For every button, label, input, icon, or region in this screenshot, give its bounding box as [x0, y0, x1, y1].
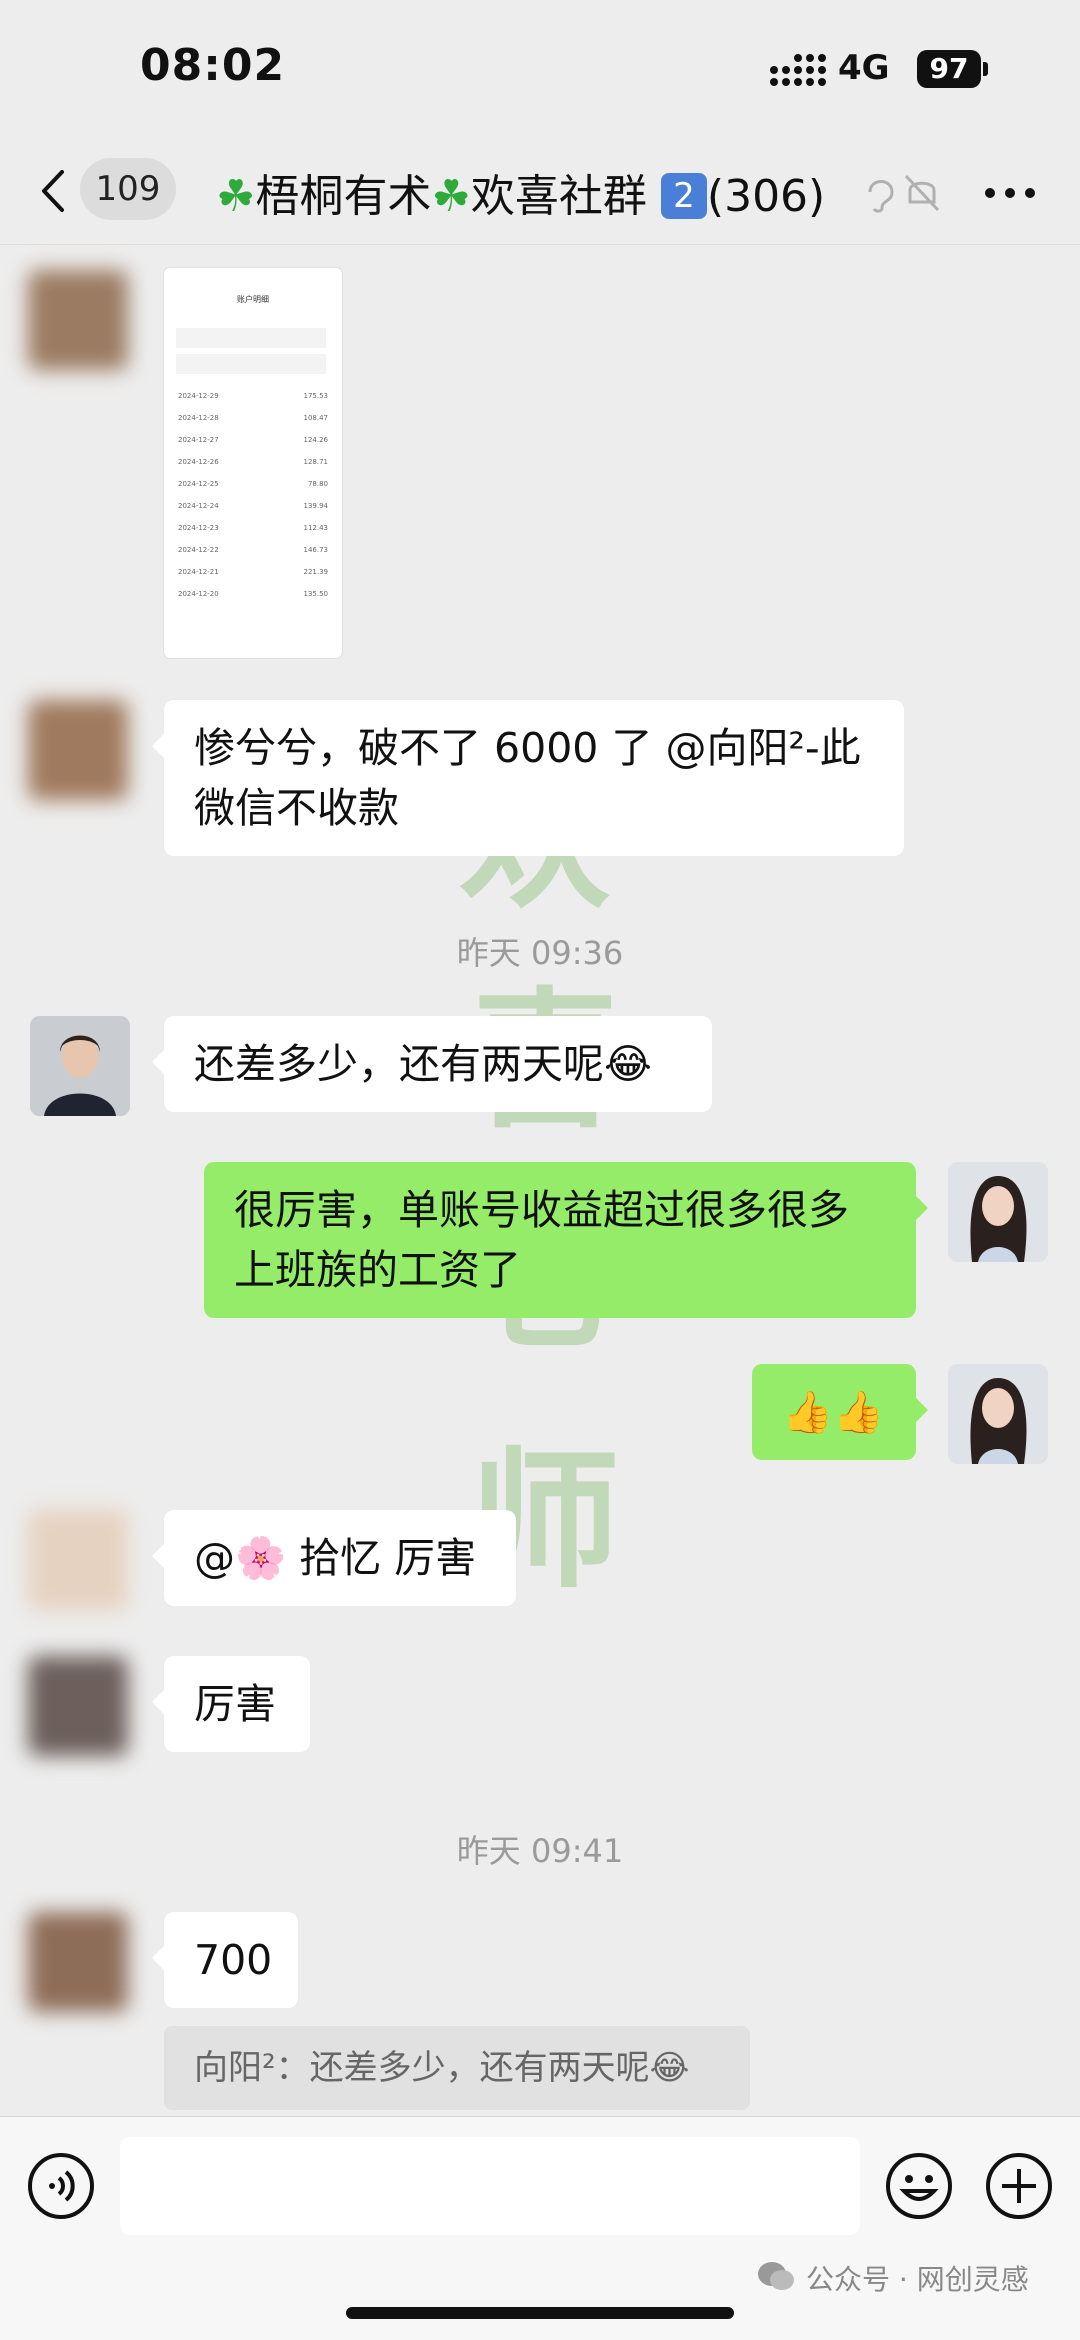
- thumb-row: 2024-12-24 139.94: [178, 502, 328, 510]
- message-bubble[interactable]: 厉害: [152, 1656, 310, 1752]
- thumb-row: 2024-12-25 78.80: [178, 480, 328, 488]
- back-chevron-icon[interactable]: [32, 166, 82, 216]
- group-number: 2: [660, 173, 707, 219]
- plus-icon[interactable]: [984, 2151, 1054, 2221]
- chat-title[interactable]: ☘梧桐有术☘欢喜社群 2 (306): [216, 160, 825, 224]
- battery-tip: [983, 62, 988, 76]
- message-bubble[interactable]: 惨兮兮，破不了 6000 了 @向阳²-此微信不收款: [152, 700, 904, 856]
- title-part2: 欢喜社群: [470, 171, 647, 222]
- message-input[interactable]: [120, 2137, 860, 2235]
- thumb-row: 2024-12-26 128.71: [178, 458, 328, 466]
- voice-icon[interactable]: [26, 2151, 96, 2221]
- timestamp: 昨天 09:41: [456, 1832, 624, 1870]
- avatar-self[interactable]: [948, 1364, 1048, 1464]
- message-bubble[interactable]: 👍👍: [752, 1364, 928, 1460]
- avatar-self[interactable]: [948, 1162, 1048, 1262]
- signal-icon: [770, 54, 826, 86]
- emoji-icon[interactable]: [884, 2151, 954, 2221]
- network-type: 4G: [838, 48, 890, 88]
- home-indicator: [346, 2307, 734, 2319]
- earpiece-icon: [868, 180, 894, 213]
- source-credit: 公众号 · 网创灵感: [806, 2263, 1029, 2296]
- message-bubble[interactable]: @🌸 拾忆 厉害: [152, 1510, 516, 1606]
- thumb-row: 2024-12-21 221.39: [178, 568, 328, 576]
- more-icon[interactable]: [984, 186, 1036, 200]
- clock: 08:02: [140, 40, 286, 91]
- avatar[interactable]: [28, 270, 128, 370]
- chat-header: 109 ☘梧桐有术☘欢喜社群 2 (306): [0, 140, 1080, 245]
- thumb-row: 2024-12-28 108.47: [178, 414, 328, 422]
- message-bubble[interactable]: 还差多少，还有两天呢😂: [152, 1016, 712, 1112]
- avatar[interactable]: [28, 1912, 128, 2012]
- thumb-title: 账户明细: [237, 295, 269, 304]
- battery-indicator: 97: [917, 50, 981, 88]
- thumb-filter-row: [176, 328, 326, 348]
- avatar[interactable]: [28, 700, 128, 800]
- mute-bell-icon: [904, 174, 940, 212]
- avatar[interactable]: [30, 1016, 130, 1116]
- timestamp: 昨天 09:36: [456, 934, 624, 972]
- wechat-official-icon: [758, 2262, 794, 2290]
- thumb-row: 2024-12-27 124.26: [178, 436, 328, 444]
- avatar[interactable]: [28, 1656, 128, 1756]
- status-bar: 08:02 4G 97: [0, 0, 1080, 140]
- quoted-reply[interactable]: 向阳²：还差多少，还有两天呢😂: [164, 2026, 750, 2110]
- avatar[interactable]: [28, 1510, 128, 1610]
- unread-badge[interactable]: 109: [80, 158, 176, 220]
- thumb-row: 2024-12-23 112.43: [178, 524, 328, 532]
- thumb-row: 2024-12-20 135.50: [178, 590, 328, 598]
- screenshot-image[interactable]: 账户明细 2024-12-29 175.53 2024-12-28 108.47 2…: [164, 268, 342, 658]
- member-count: (306): [706, 171, 826, 222]
- thumb-row: 2024-12-29 175.53: [178, 392, 328, 400]
- clover-icon: ☘: [431, 171, 471, 222]
- thumb-row: 2024-12-22 146.73: [178, 546, 328, 554]
- message-bubble[interactable]: 很厉害，单账号收益超过很多很多上班族的工资了: [204, 1162, 928, 1318]
- clover-icon: ☘: [216, 171, 256, 222]
- thumb-filter-row: [176, 354, 326, 374]
- message-bubble[interactable]: 700: [152, 1912, 298, 2008]
- title-part1: 梧桐有术: [255, 171, 432, 222]
